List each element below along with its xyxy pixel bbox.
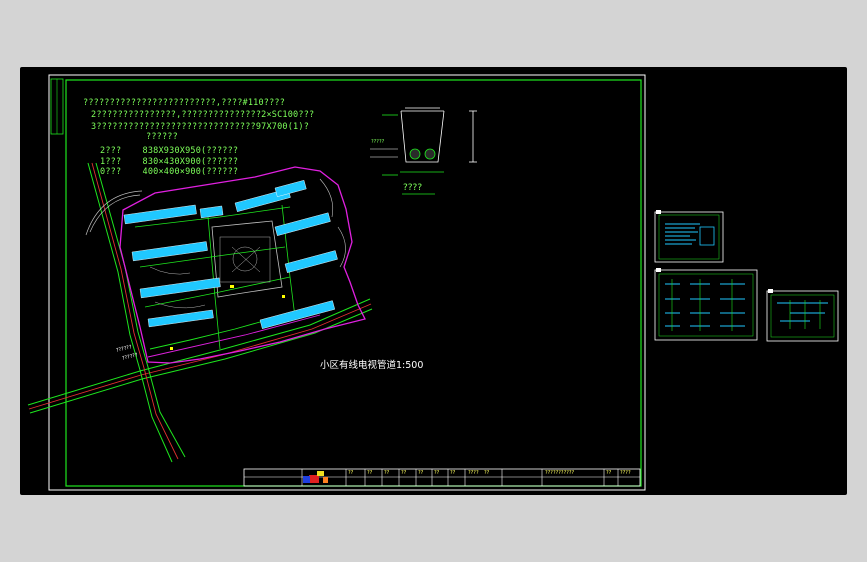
detail-label-left: ????? (371, 139, 385, 145)
note-line-1: ?????????????????????????,????#110???? (83, 98, 286, 108)
drawing-canvas[interactable]: ?????????????????????????,????#110???? 2… (20, 67, 847, 495)
inner-road-loop (211, 220, 283, 298)
thumb-sheet-1 (654, 211, 724, 263)
outer-frame (48, 74, 646, 491)
title-project: ??????????? (545, 470, 575, 476)
title-cell-8: ???? (468, 470, 479, 476)
title-cell-3: ?? (384, 470, 390, 476)
note-line-2: 2???????????????,???????????????2×SC100?… (91, 110, 315, 120)
title-cell-7: ?? (450, 470, 456, 476)
section-pipes (409, 148, 436, 160)
spec-line-3: 0??? 400×400×900(?????? (100, 167, 239, 177)
logo-mark-yellow (317, 471, 324, 476)
title-sheet-no: ???? (620, 470, 631, 476)
thumb-sheet-2 (654, 269, 758, 341)
title-cell-1: ?? (348, 470, 354, 476)
plan-title: 小区有线电视管道1:500 (320, 360, 424, 371)
title-cell-10: ?? (484, 470, 490, 476)
title-cell-4: ?? (401, 470, 407, 476)
title-cell-5: ?? (418, 470, 424, 476)
spec-line-2: 1??? 830×430X900(?????? (100, 157, 239, 167)
spec-line-1: 2??? 838X930X950(?????? (100, 146, 239, 156)
logo-mark-orange (323, 477, 328, 483)
logo-mark-red (309, 475, 319, 483)
title-cell-2: ?? (367, 470, 373, 476)
thumb-sheet-3 (766, 290, 839, 342)
detail-caption: ???? (403, 183, 423, 193)
title-cell-9: ?? (606, 470, 612, 476)
section-detail (382, 107, 477, 176)
note-line-3: 3??????????????????????????????97X700(1)… (91, 122, 310, 132)
logo-mark-blue (303, 476, 310, 483)
note-line-4: ?????? (146, 132, 178, 142)
title-block (243, 468, 641, 487)
title-cell-6: ?? (434, 470, 440, 476)
